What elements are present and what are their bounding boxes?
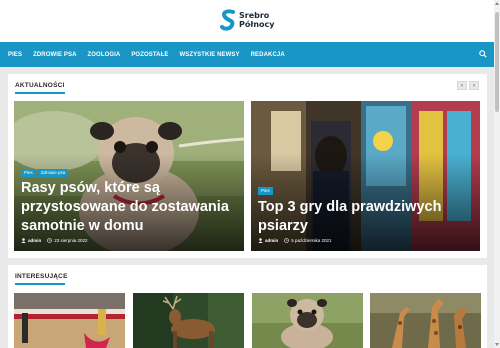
card-meta: admin 23 sierpnia 2022 bbox=[21, 238, 88, 243]
news-heading: AKTUALNOŚCI bbox=[15, 82, 65, 89]
thumbnail-row bbox=[14, 293, 481, 348]
heading-underline bbox=[15, 283, 65, 285]
card-date: 5 października 2021 bbox=[291, 238, 332, 243]
card-date: 23 sierpnia 2022 bbox=[54, 238, 88, 243]
thumbnail-pug[interactable] bbox=[252, 293, 363, 348]
tag-pies[interactable]: Pies bbox=[21, 169, 36, 177]
chevron-right-icon[interactable]: › bbox=[469, 81, 479, 90]
nav-item-zoologia[interactable]: ZOOLOGIA bbox=[88, 52, 121, 58]
news-section: AKTUALNOŚCI ‹ › Pies Zdrowie psa Rasy ps… bbox=[8, 74, 487, 258]
site-header: Srebro Północy bbox=[0, 0, 494, 42]
nav-item-pozostale[interactable]: POZOSTAŁE bbox=[131, 52, 168, 58]
tag-zdrowie-psa[interactable]: Zdrowie psa bbox=[37, 169, 69, 177]
nav-item-zdrowie-psa[interactable]: ZDROWIE PSA bbox=[33, 52, 76, 58]
clock-icon bbox=[47, 238, 53, 243]
tag-pies[interactable]: Pies bbox=[258, 187, 273, 195]
nav-item-redakcja[interactable]: REDAKCJA bbox=[251, 52, 285, 58]
card-meta: admin 5 października 2021 bbox=[258, 238, 332, 243]
main-nav: PIES ZDROWIE PSA ZOOLOGIA POZOSTAŁE WSZY… bbox=[0, 42, 494, 67]
site-logo[interactable]: Srebro Północy bbox=[220, 9, 274, 31]
user-icon bbox=[258, 238, 263, 243]
chevron-left-icon[interactable]: ‹ bbox=[457, 81, 467, 90]
page-scrollbar[interactable] bbox=[494, 0, 500, 348]
site-name-line1: Srebro bbox=[239, 11, 270, 20]
user-icon bbox=[21, 238, 26, 243]
slider-controls: ‹ › bbox=[455, 81, 479, 90]
thumbnail-bullfight[interactable] bbox=[14, 293, 125, 348]
card-title[interactable]: Rasy psów, które są przystosowane do zos… bbox=[21, 179, 236, 236]
nav-item-wszystkie-newsy[interactable]: WSZYSTKIE NEWSY bbox=[179, 52, 239, 58]
site-name-line2: Północy bbox=[239, 20, 275, 29]
nav-item-pies[interactable]: PIES bbox=[8, 52, 22, 58]
card-title[interactable]: Top 3 gry dla prawdziwych psiarzy bbox=[258, 198, 473, 236]
scrollbar-thumb[interactable] bbox=[495, 12, 499, 112]
interesting-section: INTERESUJĄCE bbox=[8, 265, 487, 348]
card-tags: Pies bbox=[258, 187, 275, 195]
site-name: Srebro Północy bbox=[239, 11, 274, 29]
news-card[interactable]: Pies Zdrowie psa Rasy psów, które są prz… bbox=[14, 101, 244, 251]
interesting-heading: INTERESUJĄCE bbox=[15, 273, 68, 280]
heading-underline bbox=[15, 92, 65, 94]
scroll-down-arrow[interactable] bbox=[495, 343, 499, 346]
thumbnail-giraffes[interactable] bbox=[370, 293, 481, 348]
thumbnail-deer[interactable] bbox=[133, 293, 244, 348]
news-card[interactable]: Pies Top 3 gry dla prawdziwych psiarzy a… bbox=[251, 101, 480, 251]
search-icon[interactable] bbox=[479, 50, 487, 58]
card-author[interactable]: admin bbox=[265, 238, 278, 243]
logo-icon bbox=[220, 9, 235, 31]
clock-icon bbox=[284, 238, 290, 243]
scroll-up-arrow[interactable] bbox=[495, 2, 499, 5]
card-tags: Pies Zdrowie psa bbox=[21, 169, 70, 177]
card-author[interactable]: admin bbox=[28, 238, 41, 243]
